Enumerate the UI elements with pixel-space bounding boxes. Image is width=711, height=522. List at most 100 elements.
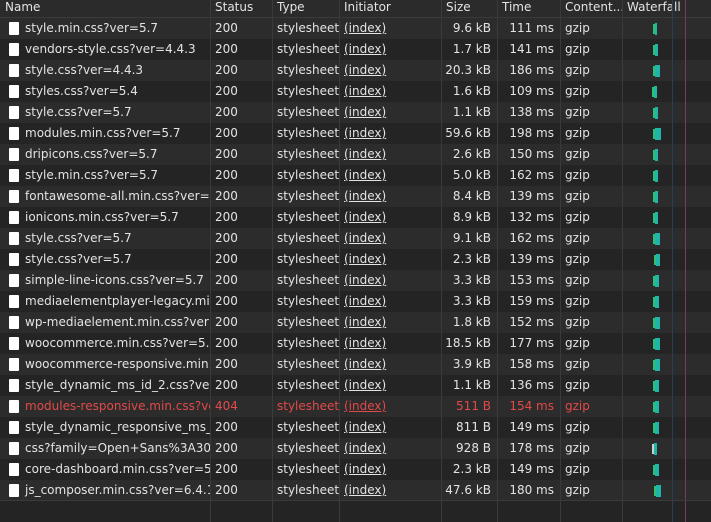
waterfall-bar-download[interactable] — [655, 128, 661, 140]
column-header-content-encoding[interactable]: Content... — [560, 0, 622, 17]
request-initiator-link[interactable]: (index) — [339, 249, 441, 270]
request-type: stylesheet — [277, 378, 339, 392]
request-initiator-link[interactable]: (index) — [339, 417, 441, 438]
waterfall-bar-download[interactable] — [655, 401, 659, 413]
request-content-encoding: gzip — [565, 294, 590, 308]
waterfall-bar-download[interactable] — [656, 485, 661, 497]
waterfall-bar-download[interactable] — [655, 233, 660, 245]
column-header-initiator[interactable]: Initiator — [339, 0, 441, 17]
request-name: styles.css?ver=5.4 — [25, 84, 138, 98]
waterfall-bar-download[interactable] — [655, 65, 660, 77]
table-row[interactable]: css?family=Open+Sans%3A300... 200 styleshe… — [0, 438, 711, 459]
waterfall-bar-download[interactable] — [654, 86, 657, 98]
column-header-size[interactable]: Size — [441, 0, 497, 17]
request-initiator-link[interactable]: (index) — [339, 144, 441, 165]
column-divider[interactable] — [622, 0, 623, 522]
table-row[interactable]: wp-mediaelement.min.css?ver=... 200 styles… — [0, 312, 711, 333]
file-icon — [9, 190, 19, 203]
table-row[interactable]: core-dashboard.min.css?ver=5.7 200 stylesh… — [0, 459, 711, 480]
file-icon — [9, 64, 19, 77]
waterfall-bar-download[interactable] — [655, 107, 658, 119]
column-divider[interactable] — [560, 0, 561, 522]
request-initiator-link[interactable]: (index) — [339, 396, 441, 417]
waterfall-bar-download[interactable] — [655, 338, 660, 350]
request-type: stylesheet — [277, 315, 339, 329]
request-content-encoding: gzip — [565, 252, 590, 266]
table-row[interactable]: dripicons.css?ver=5.7 200 stylesheet (index… — [0, 144, 711, 165]
request-initiator-link[interactable]: (index) — [339, 207, 441, 228]
request-status: 200 — [215, 210, 238, 224]
request-initiator-link[interactable]: (index) — [339, 270, 441, 291]
request-initiator-link[interactable]: (index) — [339, 480, 441, 501]
request-initiator-link[interactable]: (index) — [339, 375, 441, 396]
request-initiator-link[interactable]: (index) — [339, 60, 441, 81]
request-initiator-link[interactable]: (index) — [339, 291, 441, 312]
column-header-type[interactable]: Type — [272, 0, 339, 17]
table-row[interactable]: style.css?ver=5.7 200 stylesheet (index) 2.3… — [0, 249, 711, 270]
column-header-time[interactable]: Time — [497, 0, 560, 17]
table-row[interactable]: modules-responsive.min.css?ver... 404 styl… — [0, 396, 711, 417]
waterfall-bar-download[interactable] — [655, 212, 658, 224]
waterfall-bar-download[interactable] — [656, 254, 660, 266]
column-header-status[interactable]: Status — [210, 0, 272, 17]
request-initiator-link[interactable]: (index) — [339, 165, 441, 186]
table-row[interactable]: woocommerce-responsive.min.c... 200 styles… — [0, 354, 711, 375]
request-size: 3.3 kB — [452, 294, 491, 308]
table-row[interactable]: style_dynamic_ms_id_2.css?ver=... 200 styl… — [0, 375, 711, 396]
column-divider[interactable] — [210, 0, 211, 522]
waterfall-bar-download[interactable] — [655, 422, 659, 434]
request-content-encoding: gzip — [565, 378, 590, 392]
column-divider[interactable] — [441, 0, 442, 522]
table-row[interactable]: simple-line-icons.css?ver=5.7 200 styleshe… — [0, 270, 711, 291]
table-row[interactable]: styles.css?ver=5.4 200 stylesheet (index) 1.… — [0, 81, 711, 102]
table-row[interactable]: modules.min.css?ver=5.7 200 stylesheet (ind… — [0, 123, 711, 144]
waterfall-bar-download[interactable] — [655, 296, 659, 308]
request-initiator-link[interactable]: (index) — [339, 459, 441, 480]
table-row[interactable]: js_composer.min.css?ver=6.4.1 200 styleshe… — [0, 480, 711, 501]
waterfall-bar-download[interactable] — [655, 44, 658, 56]
table-row[interactable]: fontawesome-all.min.css?ver=5.7 200 styles… — [0, 186, 711, 207]
waterfall-bar-download[interactable] — [655, 380, 659, 392]
column-divider[interactable] — [339, 0, 340, 522]
waterfall-bar-download[interactable] — [655, 23, 657, 35]
waterfall-bar-download[interactable] — [654, 443, 657, 455]
column-divider[interactable] — [497, 0, 498, 522]
waterfall-bar-download[interactable] — [655, 170, 658, 182]
table-row[interactable]: style_dynamic_responsive_ms_id... 200 styl… — [0, 417, 711, 438]
request-initiator-link[interactable]: (index) — [339, 312, 441, 333]
request-initiator-link[interactable]: (index) — [339, 123, 441, 144]
file-icon — [9, 274, 19, 287]
request-initiator-link[interactable]: (index) — [339, 333, 441, 354]
request-initiator-link[interactable]: (index) — [339, 102, 441, 123]
request-initiator-link[interactable]: (index) — [339, 228, 441, 249]
waterfall-bar-download[interactable] — [655, 317, 660, 329]
waterfall-bar-download[interactable] — [655, 191, 658, 203]
request-time: 154 ms — [509, 399, 554, 413]
waterfall-bar-download[interactable] — [655, 464, 659, 476]
request-initiator-link[interactable]: (index) — [339, 81, 441, 102]
table-row[interactable]: vendors-style.css?ver=4.4.3 200 stylesheet… — [0, 39, 711, 60]
request-time: 162 ms — [509, 231, 554, 245]
table-row[interactable]: style.css?ver=5.7 200 stylesheet (index) 9.1… — [0, 228, 711, 249]
table-row[interactable]: mediaelementplayer-legacy.min... 200 style… — [0, 291, 711, 312]
table-row[interactable]: style.css?ver=4.4.3 200 stylesheet (index) 2… — [0, 60, 711, 81]
waterfall-bar-download[interactable] — [655, 275, 659, 287]
column-divider[interactable] — [272, 0, 273, 522]
request-type: stylesheet — [277, 168, 339, 182]
request-initiator-link[interactable]: (index) — [339, 39, 441, 60]
request-initiator-link[interactable]: (index) — [339, 438, 441, 459]
request-initiator-link[interactable]: (index) — [339, 186, 441, 207]
request-type: stylesheet — [277, 336, 339, 350]
table-row[interactable]: style.min.css?ver=5.7 200 stylesheet (index… — [0, 165, 711, 186]
table-row[interactable]: woocommerce.min.css?ver=5.7 200 stylesheet… — [0, 333, 711, 354]
table-row[interactable]: ionicons.min.css?ver=5.7 200 stylesheet (in… — [0, 207, 711, 228]
waterfall-bar-download[interactable] — [655, 359, 660, 371]
request-initiator-link[interactable]: (index) — [339, 354, 441, 375]
table-row[interactable]: style.css?ver=5.7 200 stylesheet (index) 1.1… — [0, 102, 711, 123]
table-row[interactable]: style.min.css?ver=5.7 200 stylesheet (index… — [0, 18, 711, 39]
request-size: 928 B — [456, 441, 491, 455]
waterfall-bar-download[interactable] — [655, 149, 658, 161]
request-initiator-link[interactable]: (index) — [339, 18, 441, 39]
column-header-waterfall[interactable]: Waterfall — [622, 0, 711, 17]
column-header-name[interactable]: Name — [0, 0, 210, 17]
